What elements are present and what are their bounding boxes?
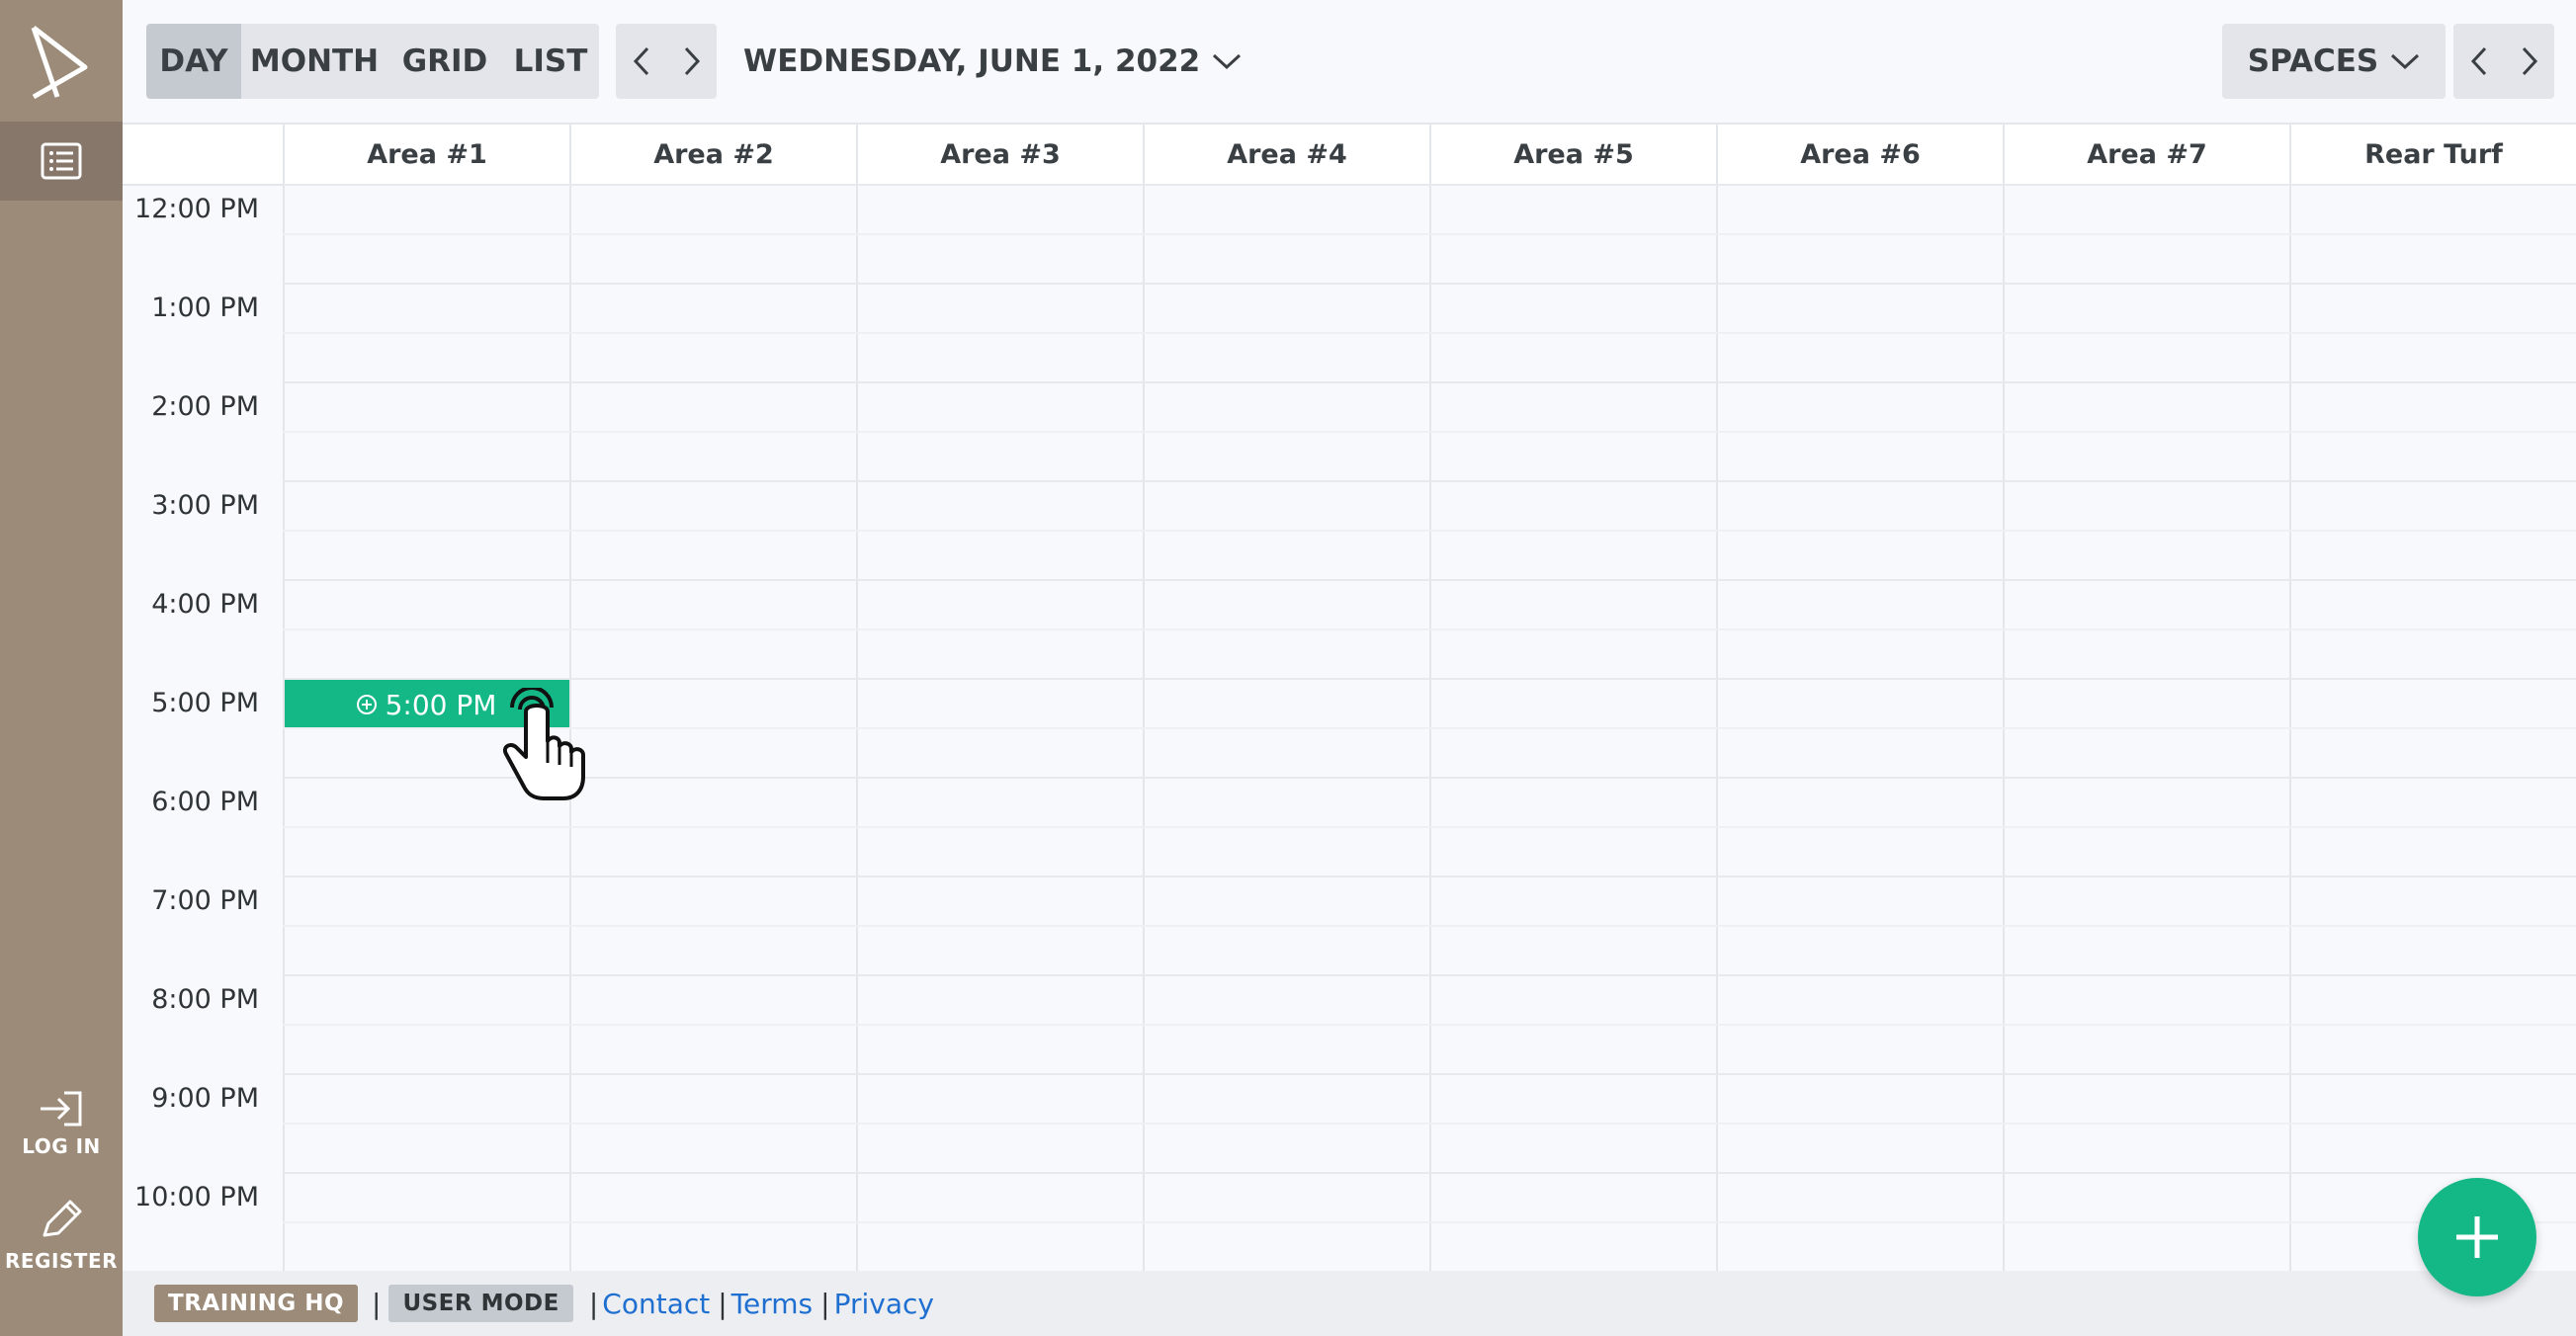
hand-pointer-icon (503, 688, 585, 800)
hour-gridline (283, 974, 2576, 976)
add-circle-icon (356, 695, 377, 714)
spaces-label: SPACES (2247, 43, 2379, 79)
tab-list[interactable]: LIST (502, 24, 599, 99)
footer-separator: | (372, 1287, 382, 1320)
privacy-link[interactable]: Privacy (834, 1288, 934, 1320)
plus-icon (2456, 1216, 2498, 1258)
column-header: Area #4 (1143, 125, 1429, 184)
column-header: Area #1 (283, 125, 569, 184)
hour-gridline (283, 283, 2576, 285)
add-booking-button[interactable] (2418, 1178, 2536, 1296)
hour-gridline (283, 876, 2576, 877)
day-schedule-grid[interactable]: Area #1 Area #2 Area #3 Area #4 Area #5 Area … (123, 123, 2576, 1273)
time-label: 12:00 PM (134, 194, 259, 224)
hour-gridline (283, 1172, 2576, 1174)
org-badge[interactable]: TRAINING HQ (154, 1285, 358, 1322)
column-header: Area #2 (569, 125, 856, 184)
date-title: WEDNESDAY, JUNE 1, 2022 (743, 43, 1201, 79)
chevron-right-icon (684, 46, 700, 76)
hour-gridline (283, 480, 2576, 482)
tab-month[interactable]: MONTH (241, 24, 387, 99)
column-headers: Area #1 Area #2 Area #3 Area #4 Area #5 Area … (123, 125, 2576, 186)
column-header: Area #5 (1429, 125, 1716, 184)
chevron-down-icon (2391, 53, 2420, 70)
hour-gridline (283, 184, 2576, 186)
time-label: 3:00 PM (151, 490, 259, 521)
hour-gridline (283, 678, 2576, 680)
chevron-down-icon (1213, 53, 1242, 70)
hour-gridline (283, 777, 2576, 779)
time-label: 8:00 PM (151, 984, 259, 1015)
chevron-left-icon (633, 46, 648, 76)
login-label: LOG IN (22, 1134, 101, 1158)
time-label: 9:00 PM (151, 1083, 259, 1114)
time-label: 4:00 PM (151, 589, 259, 620)
list-icon (41, 142, 82, 180)
mode-badge[interactable]: USER MODE (388, 1285, 573, 1322)
register-button[interactable]: REGISTER (0, 1198, 123, 1273)
footer: TRAINING HQ | USER MODE | Contact | Term… (123, 1271, 2576, 1336)
footer-separator: | (820, 1287, 830, 1320)
half-hour-gridline (283, 628, 2576, 630)
view-switcher: DAY MONTH GRID LIST (146, 24, 599, 99)
login-icon (41, 1091, 82, 1127)
list-view-nav[interactable] (0, 122, 123, 201)
selected-slot-label: 5:00 PM (385, 688, 497, 721)
column-header: Area #7 (2003, 125, 2289, 184)
time-label: 7:00 PM (151, 885, 259, 916)
contact-link[interactable]: Contact (602, 1288, 710, 1320)
hour-gridline (283, 579, 2576, 581)
chevron-right-icon (2522, 46, 2537, 76)
spaces-dropdown[interactable]: SPACES (2222, 24, 2446, 99)
column-header: Area #3 (856, 125, 1143, 184)
tab-grid[interactable]: GRID (387, 24, 502, 99)
login-button[interactable]: LOG IN (0, 1091, 123, 1158)
chevron-left-icon (2470, 46, 2486, 76)
hour-gridline (283, 381, 2576, 383)
register-label: REGISTER (4, 1249, 119, 1273)
prev-day-button[interactable] (616, 24, 666, 99)
next-day-button[interactable] (666, 24, 717, 99)
time-label: 2:00 PM (151, 391, 259, 422)
pencil-icon (43, 1200, 82, 1237)
sidebar: LOG IN REGISTER (0, 0, 123, 1336)
footer-separator: | (588, 1287, 599, 1320)
spaces-nav (2453, 24, 2554, 99)
half-hour-gridline (283, 925, 2576, 927)
half-hour-gridline (283, 1024, 2576, 1026)
half-hour-gridline (283, 826, 2576, 828)
next-spaces-button[interactable] (2504, 24, 2554, 99)
half-hour-gridline (283, 431, 2576, 433)
date-nav (616, 24, 717, 99)
time-label: 6:00 PM (151, 787, 259, 817)
half-hour-gridline (283, 332, 2576, 334)
half-hour-gridline (283, 233, 2576, 235)
hour-gridline (283, 1073, 2576, 1075)
half-hour-gridline (283, 530, 2576, 532)
footer-separator: | (718, 1287, 728, 1320)
half-hour-gridline (283, 1123, 2576, 1125)
brand-logo-icon[interactable] (28, 24, 95, 101)
prev-spaces-button[interactable] (2453, 24, 2504, 99)
column-header: Rear Turf (2289, 125, 2576, 184)
time-label: 10:00 PM (134, 1182, 259, 1212)
tab-day[interactable]: DAY (146, 24, 241, 99)
time-label: 1:00 PM (151, 292, 259, 323)
half-hour-gridline (283, 727, 2576, 729)
date-picker-toggle[interactable]: WEDNESDAY, JUNE 1, 2022 (743, 24, 1242, 99)
time-label: 5:00 PM (151, 688, 259, 718)
terms-link[interactable]: Terms (731, 1288, 813, 1320)
column-header: Area #6 (1716, 125, 2003, 184)
half-hour-gridline (283, 1221, 2576, 1223)
